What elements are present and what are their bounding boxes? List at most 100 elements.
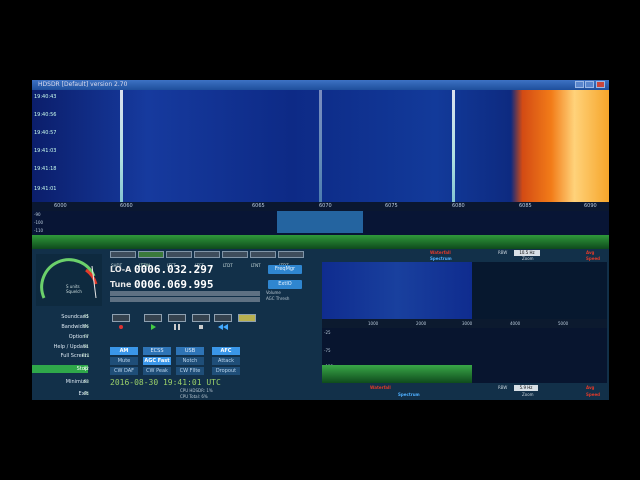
side-menu-key: F11 [82,353,90,358]
side-menu-item[interactable]: Exit [32,390,88,398]
extio-button[interactable]: ExtIO [268,280,302,289]
band-button[interactable]: LTDT [222,251,248,268]
freq-tick: 6080 [452,203,465,209]
s-meter-label: S units Squelch [66,284,82,294]
db-label: -100 [34,220,44,225]
band-button[interactable]: LTZW [138,251,164,268]
lower-rbw-value[interactable]: 5.9 Hz [514,385,538,391]
band-button[interactable]: LTFT [166,251,192,268]
s-meter: S units Squelch [36,254,102,306]
zoom-scale: 1000 2000 3000 4000 5000 [322,319,607,328]
tune-label: Tune [110,280,132,289]
freq-tick: 6065 [252,203,265,209]
window-title: HDSDR [Default] version 2.70 [38,81,128,88]
passband-marker[interactable] [277,211,363,233]
side-menu-item[interactable]: Options [32,333,88,341]
close-icon[interactable] [596,81,605,88]
pause-button[interactable] [168,314,186,330]
freqmgr-button[interactable]: FreqMgr [268,265,302,274]
lower-waterfall-label: Waterfall [370,385,391,390]
upper-avg-label: Avg [586,250,595,255]
side-menu-key: F1 [84,344,89,349]
upper-rbw-label: RBW [498,250,508,255]
side-menu-item[interactable]: Full Screen [32,352,88,360]
freq-tick: 6075 [385,203,398,209]
zoom-tick: 3000 [462,321,473,326]
zoom-tick: 4000 [510,321,521,326]
rewind-button[interactable] [214,314,232,330]
cw-filter-button[interactable]: CW Fllte [176,367,204,375]
mode-ecss-button[interactable]: ECSS [143,347,171,355]
side-menu-item[interactable]: Help / Update [32,343,88,351]
side-menu-key: F7 [84,334,89,339]
band-button[interactable]: LTFT [194,251,220,268]
db-label: -90 [34,212,41,217]
agc-thresh-slider[interactable] [110,297,260,302]
title-bar: HDSDR [Default] version 2.70 [32,80,609,90]
signal-trace [319,90,322,202]
lo-label: LO-A [110,265,132,274]
zoom-tick: 2000 [416,321,427,326]
side-menu-key: F5 [84,314,89,319]
minimize-icon[interactable] [575,81,584,88]
attack-button[interactable]: Attack [212,357,240,365]
freq-tick: 6085 [519,203,532,209]
maximize-icon[interactable] [585,81,594,88]
volume-slider[interactable] [110,291,260,296]
side-menu-key: F4 [84,391,89,396]
waterfall-time: 19:40:56 [34,112,57,118]
waterfall-time: 19:40:57 [34,130,57,136]
datetime-display: 2016-08-30 19:41:01 UTC [110,378,221,387]
zoom-tick: 5000 [558,321,569,326]
side-menu-item[interactable]: Minimize [32,378,88,386]
zoom-spectrum[interactable]: -25 -75 -125 -150 [322,328,607,383]
stop-button[interactable] [192,314,210,329]
tune-frequency[interactable]: 0006.069.995 [134,278,213,291]
play-button[interactable] [144,314,162,330]
signal-trace [452,90,455,202]
afc-button[interactable]: AFC [212,347,240,355]
volume-label: Volume [266,290,281,295]
lower-avg-label: Avg [586,385,595,390]
agc-thresh-label: AGC Thresh [266,296,290,301]
freq-tick: 6070 [319,203,332,209]
loop-button[interactable] [238,314,256,322]
signal-trace [120,90,123,202]
notch-button[interactable]: Notch [176,357,204,365]
lower-speed-label: Speed [586,392,601,397]
freq-tick: 6090 [584,203,597,209]
s-meter-dial [40,258,98,299]
cw-daf-button[interactable]: CW DAF [110,367,138,375]
waterfall-time: 19:41:01 [34,186,57,192]
zoom-spectrum-trace [322,365,472,383]
cw-peak-button[interactable]: CW Peak [143,367,171,375]
dropout-button[interactable]: Dropout [212,367,240,375]
upper-spectrum-label: Spectrum [430,256,452,261]
band-button[interactable]: LTNT [250,251,276,268]
agc-fast-button[interactable]: AGC Fast [143,357,171,365]
lo-frequency[interactable]: 0006.032.297 [134,263,213,276]
lower-panel-header: Waterfall RBW 5.9 Hz Spectrum Zoom Avg S… [322,385,607,397]
mute-button[interactable]: Mute [110,357,138,365]
side-menu-item[interactable]: Bandwidth [32,323,88,331]
freq-tick: 6000 [54,203,67,209]
record-button[interactable] [112,314,130,329]
mode-usb-button[interactable]: USB [176,347,204,355]
zoom-waterfall-empty [472,262,607,319]
band-button[interactable]: SHDT [110,251,136,268]
mode-am-button[interactable]: AM [110,347,138,355]
waterfall-time: 19:40:43 [34,94,57,100]
spectrum-trace [32,235,609,249]
upper-speed-label: Speed [586,256,601,261]
frequency-scale: 6000 6060 6065 6070 6075 6080 6085 6090 [32,202,609,211]
waterfall-time: 19:41:03 [34,148,57,154]
band-button[interactable]: LTDT [278,251,304,268]
cpu-total: CPU Total: 6% [180,394,208,399]
side-menu-key: F3 [84,379,89,384]
zoom-waterfall[interactable] [322,262,472,319]
side-menu-item[interactable]: Stop [32,365,88,373]
freq-tick: 6060 [120,203,133,209]
side-menu-key: F6 [84,324,89,329]
side-menu-item[interactable]: Soundcard [32,313,88,321]
lower-rbw-label: RBW [498,385,508,390]
